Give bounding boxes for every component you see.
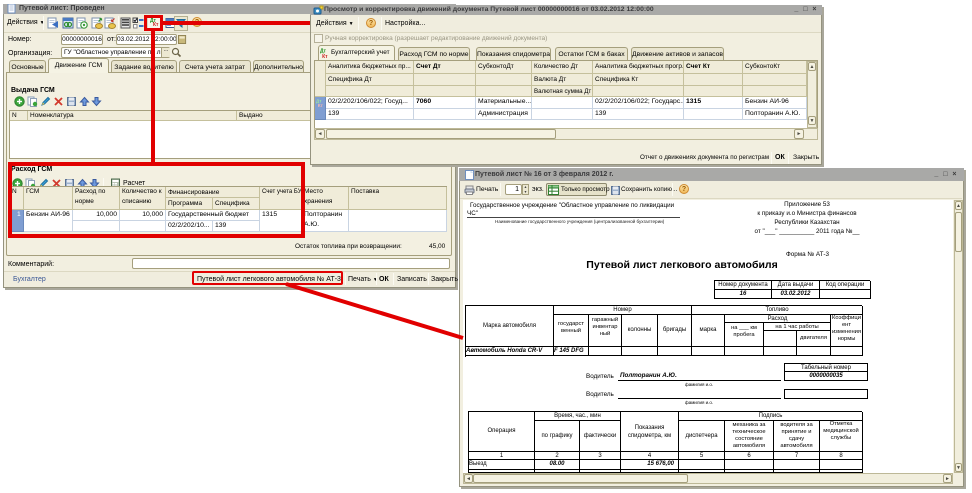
svg-text:Кт: Кт xyxy=(318,103,324,108)
svg-text:Кт: Кт xyxy=(322,54,328,59)
